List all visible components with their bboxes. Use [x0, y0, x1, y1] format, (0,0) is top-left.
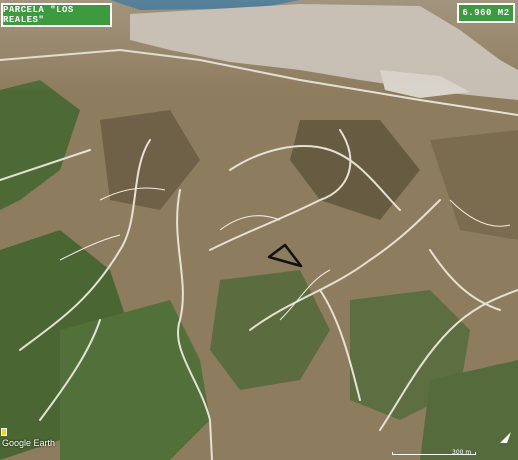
google-earth-badge-icon [1, 428, 7, 436]
parcel-title-label: PARCELA "LOS REALES" [1, 3, 112, 27]
satellite-map[interactable]: PARCELA "LOS REALES" 6.960 M2 Google Ear… [0, 0, 518, 460]
attribution-text: Google Earth [2, 438, 56, 448]
parcel-area-text: 6.960 M2 [462, 8, 510, 18]
parcel-title-text: PARCELA "LOS REALES" [3, 5, 74, 25]
north-arrow-icon[interactable] [499, 431, 512, 444]
scale-label: 300 m [452, 449, 472, 456]
parcel-area-label: 6.960 M2 [457, 3, 515, 23]
satellite-imagery [0, 0, 518, 460]
